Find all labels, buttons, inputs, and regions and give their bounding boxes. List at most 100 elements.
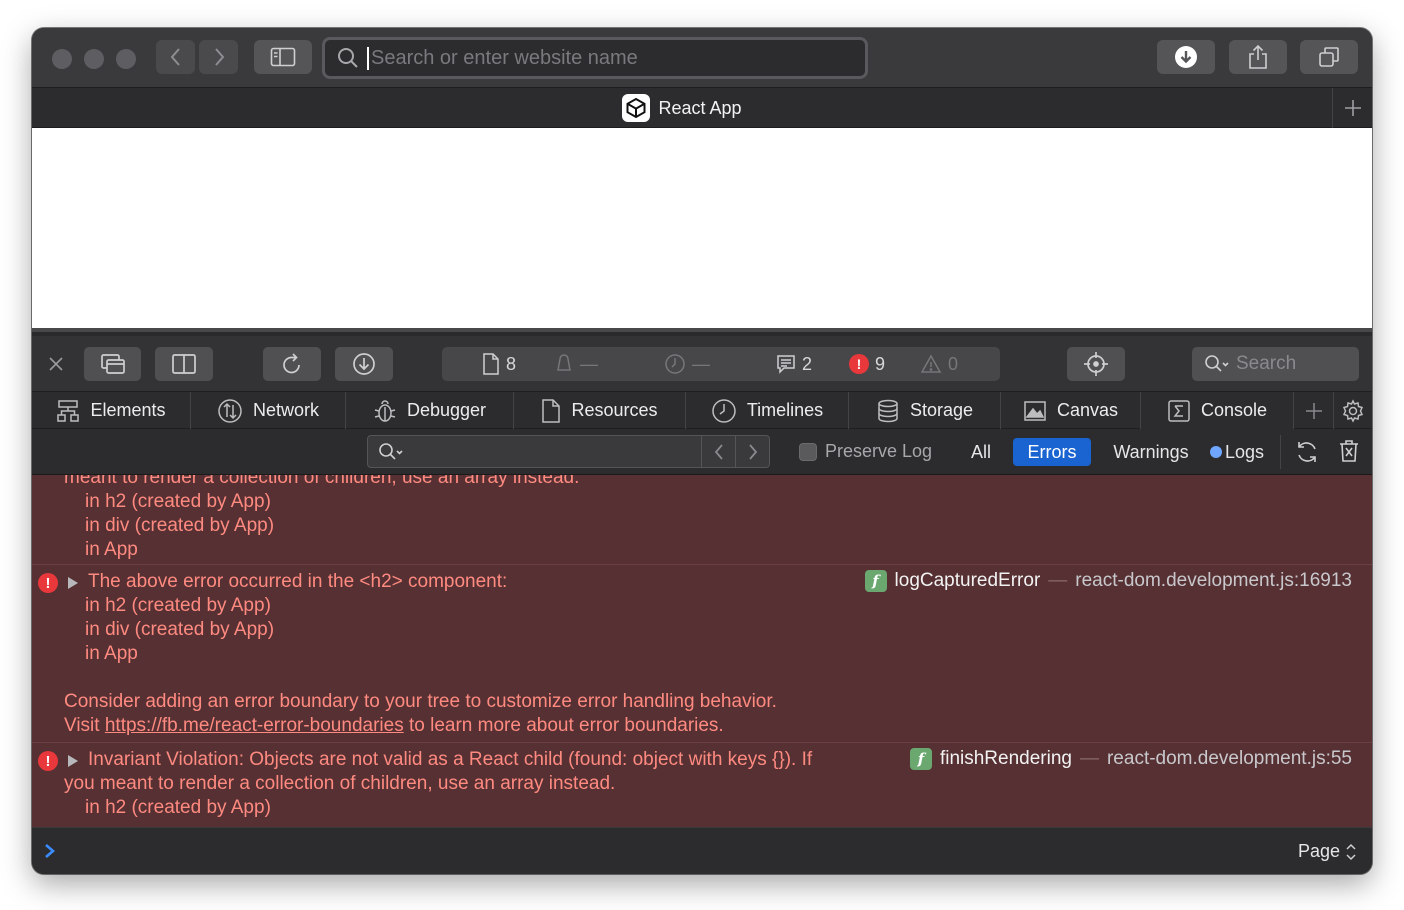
resources-status[interactable]: 8 <box>482 347 516 381</box>
storage-icon <box>878 399 898 422</box>
alerts-value: — <box>580 353 598 374</box>
logs-dot-icon <box>1209 446 1222 458</box>
errors-count: 9 <box>875 353 886 374</box>
console-prompt[interactable]: Page <box>32 827 1372 874</box>
stack-line: in div (created by App) <box>85 515 275 536</box>
function-name: finishRendering <box>939 748 1072 769</box>
tab-canvas[interactable]: Canvas <box>1001 392 1141 429</box>
back-button[interactable] <box>156 40 195 74</box>
tab-debugger[interactable]: Debugger <box>346 392 514 429</box>
filter-all-label: All <box>970 441 991 462</box>
share-button[interactable] <box>1229 40 1287 74</box>
message-headline: The above error occurred in the <h2> com… <box>88 571 508 592</box>
add-tab-button[interactable] <box>1294 392 1334 429</box>
error-icon: ! <box>38 751 58 771</box>
tab-timelines[interactable]: Timelines <box>686 392 849 429</box>
filter-all[interactable]: All <box>963 438 999 466</box>
plus-icon <box>1305 402 1322 419</box>
execution-context-select[interactable]: Page <box>1298 841 1356 862</box>
error-icon: ! <box>849 354 869 374</box>
settings-button[interactable] <box>1334 392 1372 429</box>
document-icon <box>483 353 499 375</box>
bell-icon <box>557 354 571 371</box>
errors-status[interactable]: ! 9 <box>849 347 885 381</box>
codesandbox-favicon-icon <box>622 94 651 122</box>
console-message[interactable]: ! Invariant Violation: Objects are not v… <box>32 743 1372 827</box>
alerts-status[interactable]: — <box>554 347 598 381</box>
close-devtools-button[interactable] <box>48 356 64 373</box>
tab-elements[interactable]: Elements <box>32 392 191 429</box>
disclosure-triangle-icon[interactable] <box>68 577 78 589</box>
warnings-status[interactable]: 0 <box>920 347 958 381</box>
download-archive-button[interactable] <box>335 347 393 381</box>
tab-overview-button[interactable] <box>1300 40 1358 74</box>
tab-label: Console <box>1200 400 1268 420</box>
console-filter-input[interactable] <box>406 441 706 462</box>
reload-icon <box>283 353 300 374</box>
timer-status[interactable]: — <box>664 347 710 381</box>
reload-page-button[interactable] <box>263 347 321 381</box>
search-options-icon <box>379 442 403 460</box>
timer-value: — <box>692 353 710 374</box>
minimize-window-button[interactable] <box>84 49 104 69</box>
tab-storage[interactable]: Storage <box>849 392 1001 429</box>
filter-errors[interactable]: Errors <box>1013 438 1091 466</box>
console-message[interactable]: meant to render a collection of children… <box>32 475 1372 565</box>
tab-bar: React App <box>32 88 1372 128</box>
page-viewport <box>32 128 1372 332</box>
console-message[interactable]: ! The above error occurred in the <h2> c… <box>32 565 1372 743</box>
chevron-updown-icon <box>1346 843 1356 860</box>
close-window-button[interactable] <box>52 49 72 69</box>
sidebar-icon <box>270 47 296 67</box>
console-filter-search[interactable] <box>367 435 770 468</box>
clear-on-reload-button[interactable] <box>1294 439 1320 470</box>
dock-side-button[interactable] <box>155 347 213 381</box>
sidebar-toggle-button[interactable] <box>254 40 312 74</box>
devtools-tabs: Elements Network Debugger Resources Time… <box>32 392 1372 429</box>
tab-console[interactable]: Console <box>1141 392 1294 429</box>
message-source[interactable]: f logCapturedError — react-dom.developme… <box>864 570 1352 592</box>
tab-network[interactable]: Network <box>191 392 346 429</box>
close-icon <box>49 357 63 371</box>
active-tab[interactable]: React App <box>32 88 1332 128</box>
message-icon <box>777 355 795 374</box>
devtools-search-input[interactable] <box>1236 353 1356 375</box>
message-source[interactable]: f finishRendering — react-dom.developmen… <box>909 748 1352 770</box>
address-bar[interactable] <box>322 37 868 79</box>
messages-status[interactable]: 2 <box>776 347 812 381</box>
preserve-log-checkbox[interactable]: Preserve Log <box>799 441 932 462</box>
devtools-toolbar: 8 — — 2 ! 9 0 <box>32 336 1372 392</box>
preserve-log-label: Preserve Log <box>825 441 933 461</box>
error-boundaries-link[interactable]: https://fb.me/react-error-boundaries <box>105 715 404 736</box>
stack-line: in App <box>85 643 138 664</box>
stack-line: in h2 (created by App) <box>85 491 271 512</box>
filter-logs[interactable]: Logs <box>1206 438 1268 466</box>
execution-context-label: Page <box>1297 841 1340 861</box>
element-picker-button[interactable] <box>1067 347 1125 381</box>
next-match-button[interactable] <box>735 436 769 467</box>
elements-icon <box>57 399 80 422</box>
downloads-button[interactable] <box>1157 40 1215 74</box>
new-tab-button[interactable] <box>1332 88 1372 128</box>
source-separator: — <box>1079 748 1099 769</box>
visit-suffix: to learn more about error boundaries. <box>403 715 724 736</box>
tab-label: Canvas <box>1056 400 1119 420</box>
console-icon <box>1168 399 1190 422</box>
forward-button[interactable] <box>199 40 238 74</box>
resources-icon <box>542 398 561 423</box>
console-filter-bar: Preserve Log All Errors Warnings Logs <box>32 429 1372 475</box>
divider <box>1280 435 1281 469</box>
zoom-window-button[interactable] <box>116 49 136 69</box>
clear-console-button[interactable] <box>1338 439 1360 468</box>
function-icon: f <box>864 570 887 592</box>
disclosure-triangle-icon[interactable] <box>68 755 78 767</box>
tab-resources[interactable]: Resources <box>514 392 686 429</box>
error-icon: ! <box>38 573 58 593</box>
detach-devtools-button[interactable] <box>84 347 141 381</box>
devtools-search[interactable] <box>1192 347 1359 381</box>
filter-warnings[interactable]: Warnings <box>1106 438 1196 466</box>
address-input[interactable] <box>367 46 837 70</box>
previous-match-button[interactable] <box>701 436 735 467</box>
warnings-count: 0 <box>948 353 959 374</box>
console-messages: meant to render a collection of children… <box>32 475 1372 827</box>
